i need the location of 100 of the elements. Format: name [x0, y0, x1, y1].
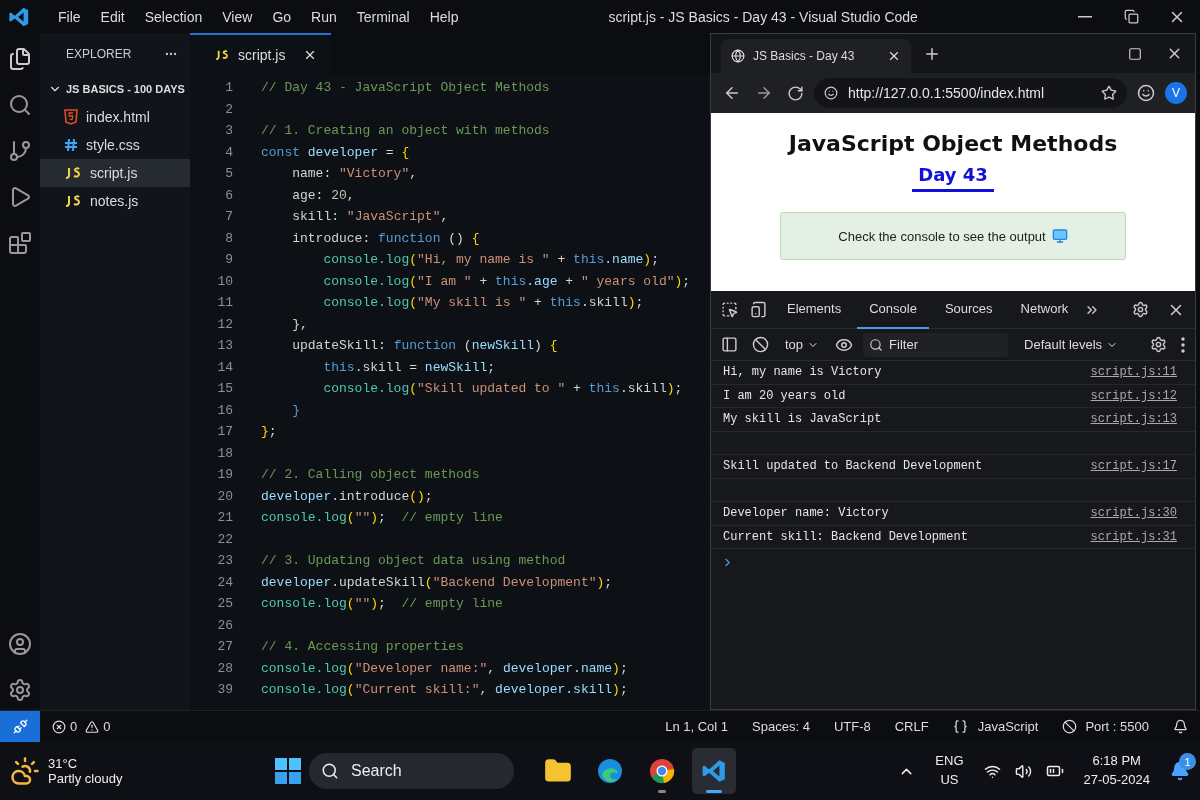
code-line: introduce: function () {	[291, 230, 480, 246]
clock[interactable]: 6:18 PM 27-05-2024	[1077, 751, 1156, 791]
line-number: 24	[216, 574, 233, 590]
taskbar-app[interactable]	[692, 748, 736, 794]
vscode-logo-icon	[701, 758, 727, 784]
language-indicator[interactable]: ENG US	[929, 751, 970, 791]
code-line: name: "Victory",	[291, 166, 418, 182]
search-icon	[869, 337, 884, 352]
weather-icon	[10, 756, 40, 786]
explorer-title: EXPLORER	[66, 47, 132, 61]
explorer-entry[interactable]: script.js	[40, 159, 190, 187]
more-icon	[1181, 336, 1185, 353]
forward-arrow-icon	[755, 84, 773, 102]
site-info-icon[interactable]	[824, 86, 838, 100]
status-item[interactable]: CRLF	[882, 711, 941, 742]
folder-icon	[544, 757, 572, 785]
line-number: 2	[224, 101, 233, 117]
profile-avatar[interactable]: V	[1165, 82, 1187, 104]
branch-icon[interactable]	[8, 139, 32, 163]
settings-icon	[1150, 336, 1167, 353]
devtools-tab[interactable]: Sources	[932, 290, 1005, 329]
menu-item[interactable]: Terminal	[346, 8, 420, 25]
code-line: console.log("Developer name:", developer.name);	[261, 660, 628, 676]
console-message: Current skill: Backend Development	[723, 529, 968, 544]
code-line: console.log("My skill is " + this.skill);	[322, 295, 644, 311]
menu-item[interactable]: Help	[419, 8, 469, 25]
filter-box[interactable]: Filter	[863, 332, 1009, 357]
context-dropdown[interactable]: top	[779, 336, 826, 353]
status-item[interactable]: UTF-8	[821, 711, 883, 742]
start-icon[interactable]	[275, 758, 301, 784]
source-link[interactable]: script.js:31	[1090, 529, 1177, 544]
minimize-icon	[1078, 15, 1092, 18]
code-line: console.log("Skill updated to " + this.skill);	[322, 381, 683, 397]
account-icon[interactable]	[8, 632, 32, 656]
star-icon[interactable]	[1101, 85, 1117, 101]
search-field[interactable]: Search	[349, 761, 489, 781]
line-number: 23	[216, 553, 233, 569]
console-message: Developer name: Victory	[723, 506, 889, 521]
line-number: 3	[224, 123, 233, 139]
edge-icon	[596, 757, 624, 785]
line-number: 16	[216, 402, 233, 418]
source-link[interactable]: script.js:30	[1090, 506, 1177, 521]
filter-field[interactable]: Filter	[887, 336, 998, 353]
volume-icon[interactable]	[1014, 762, 1032, 780]
menu-item[interactable]: File	[48, 8, 91, 25]
close-icon[interactable]	[887, 49, 901, 63]
menu-item[interactable]: Go	[262, 8, 302, 25]
html-file-icon	[64, 109, 78, 125]
code-line: console.log(""); // empty line	[261, 510, 503, 526]
line-number: 26	[216, 617, 233, 633]
line-number: 13	[216, 338, 233, 354]
blocked-icon	[1062, 719, 1078, 734]
remote-button[interactable]	[0, 711, 40, 742]
braces-icon	[952, 719, 968, 734]
folder-item[interactable]: JS BASICS - 100 DAYS	[40, 75, 190, 103]
line-number: 11	[216, 295, 233, 311]
line-number: 20	[216, 488, 233, 504]
menu-item[interactable]: View	[212, 8, 263, 25]
code-line: // Day 43 - JavaScript Object Methods	[261, 80, 550, 96]
source-link[interactable]: script.js:12	[1090, 388, 1177, 403]
line-number: 6	[224, 187, 233, 203]
address-bar[interactable]: http://127.0.0.1:5500/index.html	[814, 78, 1127, 108]
devtools-tab[interactable]: Console	[857, 290, 929, 329]
source-link[interactable]: script.js:13	[1090, 412, 1177, 427]
levels-dropdown[interactable]: Default levels	[1018, 336, 1125, 353]
settings-icon[interactable]	[8, 678, 32, 702]
code-line: // 4. Accessing properties	[261, 639, 464, 655]
line-number: 22	[216, 531, 233, 547]
devtools-tab[interactable]: Elements	[775, 290, 854, 329]
status-item[interactable]: Ln 1, Col 1	[653, 711, 741, 742]
source-link[interactable]: script.js:17	[1090, 459, 1177, 474]
status-item[interactable]: Spaces: 4	[740, 711, 822, 742]
inspect-icon	[721, 301, 738, 318]
menu-item[interactable]: Selection	[134, 8, 213, 25]
menu-item[interactable]: Run	[301, 8, 347, 25]
files-icon[interactable]	[8, 47, 32, 71]
face-icon	[1137, 84, 1155, 102]
console-message: My skill is JavaScript	[723, 412, 882, 427]
code-line: developer.updateSkill("Backend Development");	[261, 574, 613, 590]
url-field[interactable]: http://127.0.0.1:5500/index.html	[846, 84, 1093, 102]
code-line: };	[261, 424, 277, 440]
problems-button[interactable]: 0 0	[40, 711, 123, 742]
source-link[interactable]: script.js:11	[1090, 365, 1177, 380]
explorer-entry[interactable]: index.html	[40, 103, 190, 131]
line-number: 39	[216, 682, 233, 698]
browser-tab[interactable]: JS Basics - Day 43	[721, 39, 911, 73]
explorer-entry[interactable]: notes.js	[40, 187, 190, 215]
search-box[interactable]: Search	[309, 753, 514, 789]
menu-item[interactable]: Edit	[90, 8, 135, 25]
extensions-icon[interactable]	[8, 231, 32, 255]
editor-tab[interactable]: script.js	[190, 33, 332, 75]
code-line: // 3. Updating object data using method	[261, 553, 566, 569]
code-line: console.log("Hi, my name is " + this.name);	[322, 252, 659, 268]
devtools-tab[interactable]: Network	[1008, 290, 1081, 329]
port-button[interactable]: Port : 5500	[1050, 711, 1161, 742]
search-icon[interactable]	[8, 93, 32, 117]
page-heading: JavaScript Object Methods	[788, 131, 1118, 156]
explorer-entry[interactable]: style.css	[40, 131, 190, 159]
language-button[interactable]: JavaScript	[940, 711, 1051, 742]
code-line: developer.introduce();	[261, 488, 433, 504]
